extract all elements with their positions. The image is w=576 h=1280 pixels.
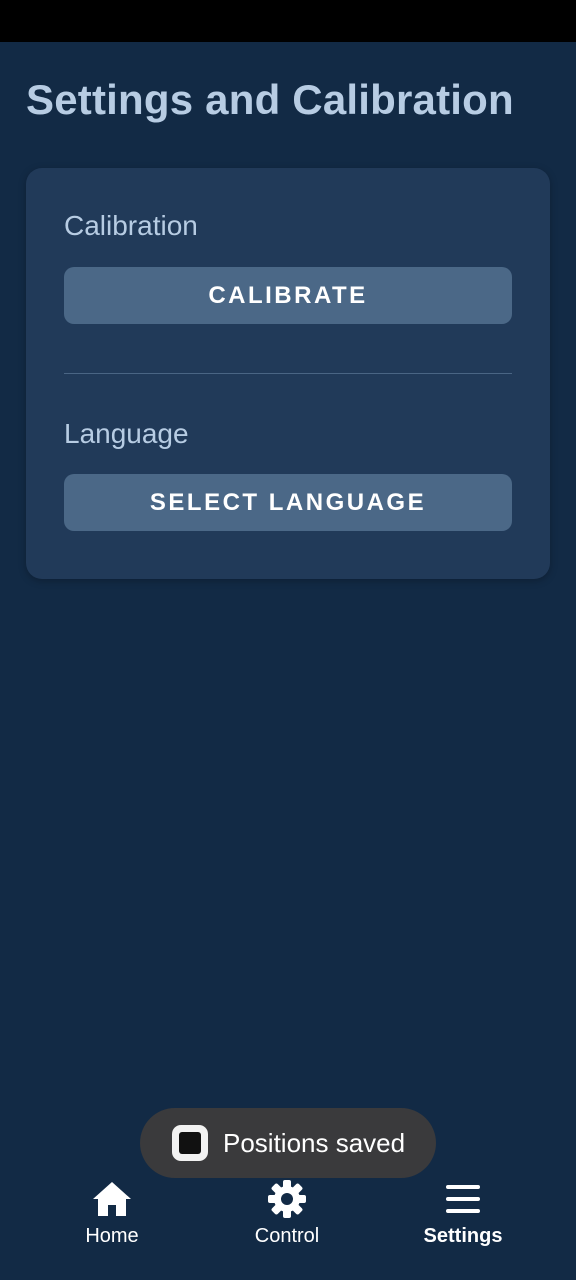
bottom-navigation: Home Control Settings bbox=[0, 1172, 576, 1280]
gear-icon bbox=[266, 1178, 308, 1220]
app-icon bbox=[172, 1125, 208, 1161]
nav-item-control[interactable]: Control bbox=[207, 1172, 367, 1262]
page-title: Settings and Calibration bbox=[26, 76, 514, 123]
nav-label-home: Home bbox=[85, 1225, 139, 1247]
toast-notification: Positions saved bbox=[140, 1108, 436, 1178]
nav-label-control: Control bbox=[254, 1225, 320, 1247]
language-section-label: Language bbox=[64, 418, 189, 449]
calibration-section-label: Calibration bbox=[64, 210, 198, 241]
section-divider bbox=[64, 373, 512, 374]
nav-item-home[interactable]: Home bbox=[32, 1172, 192, 1262]
toast-message: Positions saved bbox=[223, 1128, 406, 1158]
menu-icon bbox=[442, 1178, 484, 1220]
home-icon bbox=[91, 1178, 133, 1220]
settings-card: Calibration CALIBRATE Language SELECT LA… bbox=[26, 168, 550, 579]
nav-label-settings: Settings bbox=[423, 1225, 503, 1247]
nav-item-settings[interactable]: Settings bbox=[383, 1172, 543, 1262]
select-language-button[interactable]: SELECT LANGUAGE bbox=[64, 474, 512, 531]
calibrate-button[interactable]: CALIBRATE bbox=[64, 267, 512, 324]
status-bar bbox=[0, 0, 576, 42]
